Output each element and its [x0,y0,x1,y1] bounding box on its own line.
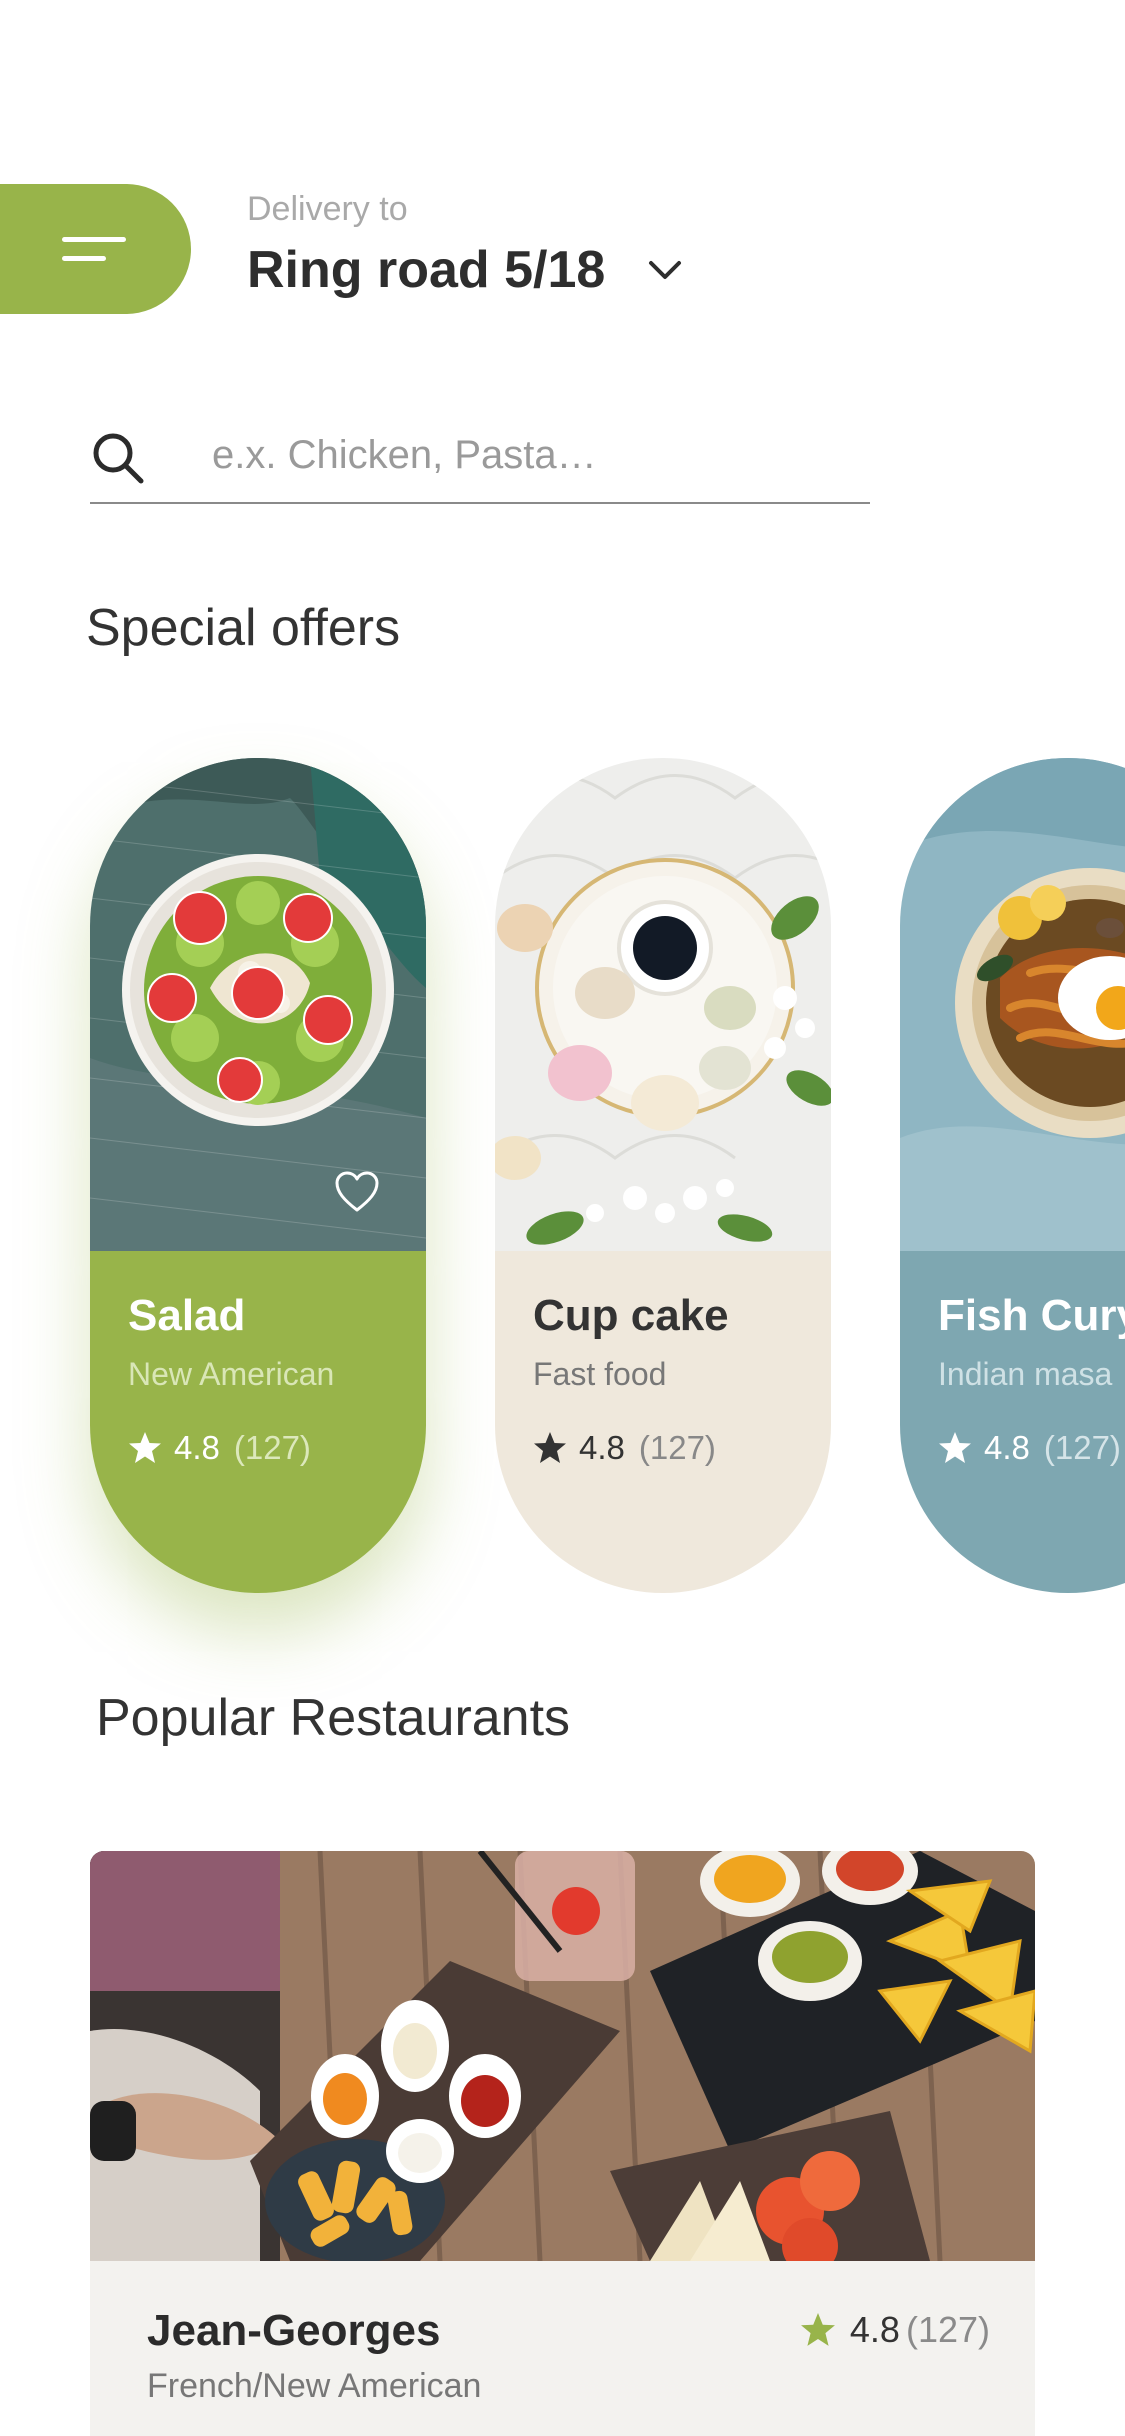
address-selector[interactable]: Ring road 5/18 [247,238,683,302]
heart-icon[interactable] [334,1170,380,1214]
offer-name: Cup cake [533,1291,729,1340]
special-offers-title: Special offers [86,599,401,657]
offer-name: Fish Cury [938,1291,1125,1340]
star-icon [129,1432,161,1463]
star-icon [800,2313,835,2346]
star-icon [534,1432,566,1463]
delivery-address: Ring road 5/18 [247,241,606,299]
offer-card-fish-cury[interactable]: Fish Cury Indian masa 4.8 (127) [900,758,1125,1593]
restaurant-cuisine: French/New American [147,2367,482,2405]
rating-value: 4.8 [849,2309,900,2350]
macarons-coffee-image [495,758,831,1251]
hamburger-menu-icon-line [62,256,106,261]
offer-cuisine: New American [128,1356,335,1392]
offer-cuisine: Fast food [533,1356,667,1392]
offer-card-cup-cake[interactable]: Cup cake Fast food 4.8 (127) [495,758,831,1593]
app-screen: Delivery to Ring road 5/18 Special offer… [0,0,1125,2436]
chevron-down-icon[interactable] [647,258,683,282]
offer-card-body: Cup cake Fast food 4.8 (127) [495,1251,831,1593]
offer-cuisine: Indian masa [938,1356,1113,1392]
delivery-label: Delivery to [247,190,408,228]
offer-name: Salad [128,1291,246,1340]
rating-value: 4.8 [579,1429,625,1466]
review-count: (127) [905,2309,990,2350]
review-count: (127) [1043,1429,1121,1466]
menu-button[interactable] [0,184,191,314]
restaurant-table-food-image [90,1851,1035,2261]
star-icon [939,1432,971,1463]
popular-restaurants-title: Popular Restaurants [96,1689,571,1747]
review-count: (127) [638,1429,716,1466]
offer-rating: 4.8 (127) [533,1429,716,1467]
rating-value: 4.8 [174,1429,220,1466]
offer-rating: 4.8 (127) [128,1429,311,1467]
restaurant-name: Jean-Georges [147,2306,441,2355]
search-icon[interactable] [90,430,146,486]
restaurant-card-jean-georges[interactable]: Jean-Georges French/New American 4.8 (12… [90,1851,1035,2436]
offer-rating: 4.8 (127) [938,1429,1121,1467]
review-count: (127) [233,1429,311,1466]
offer-card-body: Fish Cury Indian masa 4.8 (127) [900,1251,1125,1593]
search-bar[interactable] [90,420,870,504]
offer-card-body: Salad New American 4.8 (127) [90,1251,426,1593]
offer-card-salad[interactable]: Salad New American 4.8 (127) [90,758,426,1593]
search-input[interactable] [210,420,850,490]
hamburger-menu-icon [62,237,126,242]
rating-value: 4.8 [984,1429,1030,1466]
restaurant-rating: 4.8 (127) [800,2309,990,2351]
salad-bowl-image [90,758,426,1251]
fish-curry-plate-image [900,758,1125,1251]
